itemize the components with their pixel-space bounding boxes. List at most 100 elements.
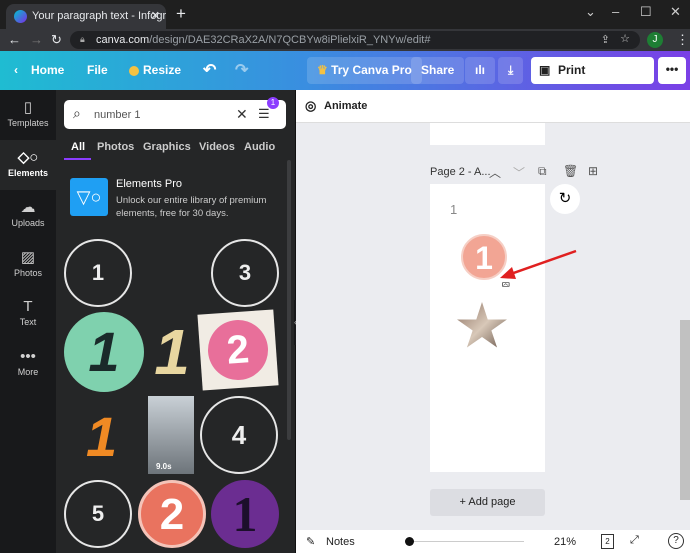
browser-tab[interactable]: Your paragraph text - Infographics✕ <box>6 4 166 29</box>
animate-button[interactable]: ◎ Animate <box>296 90 690 123</box>
page-text[interactable]: 1 <box>450 202 457 217</box>
result-purple-1[interactable]: 1 <box>211 480 279 548</box>
new-tab-button[interactable]: + <box>176 4 186 24</box>
page-2[interactable]: 1 1 <box>430 184 545 472</box>
back-icon[interactable]: ← <box>8 32 21 47</box>
bookmark-star-icon[interactable]: ☆ <box>620 32 630 45</box>
magic-comment-icon[interactable]: ↻ <box>550 184 580 214</box>
zoom-slider-thumb[interactable] <box>405 537 414 546</box>
tab-photos[interactable]: Photos <box>97 141 134 153</box>
rail-templates[interactable]: ▯ Templates <box>0 90 56 140</box>
zoom-level[interactable]: 21% <box>554 536 576 548</box>
filter-icon[interactable]: ☰ <box>258 106 270 122</box>
active-tab-indicator <box>64 158 91 160</box>
result-green-1[interactable]: 1 <box>64 312 144 392</box>
insights-chart-icon[interactable]: ılı <box>465 57 496 84</box>
rail-text[interactable]: T Text <box>0 290 56 340</box>
rail-uploads[interactable]: ☁ Uploads <box>0 190 56 240</box>
undo-icon[interactable]: ↶ <box>203 51 216 90</box>
notes-button[interactable]: Notes <box>326 536 355 548</box>
url-input[interactable]: canva.com/design/DAE32CRaX2A/N7QCBYw8iPl… <box>70 31 640 49</box>
minimize-button[interactable]: – <box>612 4 619 19</box>
maximize-button[interactable]: ☐ <box>640 4 652 20</box>
side-rail: ▯ Templates ◇○ Elements ☁ Uploads ▨ Photos T… <box>0 90 56 553</box>
vertical-scrollbar[interactable] <box>680 320 690 500</box>
page-count-button[interactable]: 2 <box>601 534 614 549</box>
notes-icon: ✎ <box>306 536 316 548</box>
star-photo-frame[interactable] <box>457 302 507 348</box>
page-1-bottom[interactable] <box>430 123 545 145</box>
browser-menu-icon[interactable]: ⋮ <box>676 32 689 48</box>
chevron-left-icon: ‹ <box>14 63 18 77</box>
rail-label: Photos <box>13 268 43 278</box>
resize-crown-icon <box>129 66 139 76</box>
try-canva-pro-button[interactable]: ♛ Try Canva Pro <box>307 57 422 84</box>
tab-graphics[interactable]: Graphics <box>143 141 191 153</box>
result-circle-5[interactable]: 5 <box>64 480 132 548</box>
canva-favicon-icon <box>14 10 27 23</box>
result-pink-2: 2 <box>205 317 271 383</box>
result-circle-4[interactable]: 4 <box>200 396 278 474</box>
rail-label: Text <box>19 317 37 327</box>
panel-scrollbar[interactable] <box>287 160 291 440</box>
add-page-icon[interactable]: ⊞ <box>588 164 598 178</box>
rail-label: Uploads <box>11 218 45 228</box>
reload-icon[interactable]: ↻ <box>51 32 62 48</box>
upload-cloud-icon: ☁ <box>20 199 36 216</box>
rail-more[interactable]: ••• More <box>0 340 56 390</box>
page-up-icon[interactable]: ︿ <box>489 164 501 181</box>
share-page-icon[interactable]: ⇪ <box>601 33 610 46</box>
search-icon: ⌕ <box>73 105 81 121</box>
tab-title: Your paragraph text - Infographics <box>32 10 166 22</box>
result-pink-2-card[interactable]: 2 <box>197 309 279 391</box>
result-snow-video[interactable]: 9.0s <box>148 396 194 474</box>
animate-icon: ◎ <box>305 98 317 113</box>
tab-all[interactable]: All <box>71 141 85 153</box>
rail-label: Templates <box>7 118 49 128</box>
home-button[interactable]: Home <box>31 51 64 90</box>
close-tab-icon[interactable]: ✕ <box>151 9 160 22</box>
tab-videos[interactable]: Videos <box>199 141 235 153</box>
search-input[interactable]: ⌕ number 1 ✕ ☰ 1 <box>64 97 286 129</box>
result-red-2[interactable]: 2 <box>138 480 206 548</box>
templates-icon: ▯ <box>23 99 33 116</box>
fullscreen-icon[interactable]: ⤢ <box>630 534 639 547</box>
forward-icon[interactable]: → <box>30 32 43 47</box>
result-orange-1[interactable]: 1 <box>86 402 117 472</box>
crown-icon: ♛ <box>317 63 332 77</box>
more-options-button[interactable]: ••• <box>658 57 686 84</box>
video-duration: 9.0s <box>156 462 172 471</box>
print-infographics-button[interactable]: ▣Print Infographics <box>531 57 654 104</box>
profile-avatar[interactable]: J <box>647 32 663 48</box>
clear-search-icon[interactable]: ✕ <box>236 106 248 123</box>
page-label[interactable]: Page 2 - A... <box>430 166 491 178</box>
canva-toolbar: ‹ Home File Resize ↶ ↷ ♛ Try Canva Pro S… <box>0 51 690 104</box>
result-circle-3[interactable]: 3 <box>211 239 279 307</box>
share-button[interactable]: Share <box>411 57 465 84</box>
delete-page-icon[interactable]: 🗑︎ <box>563 164 578 178</box>
rail-label: More <box>17 367 39 377</box>
tab-audio[interactable]: Audio <box>244 141 275 153</box>
lock-icon: 🔒︎ <box>80 34 85 44</box>
help-icon[interactable]: ? <box>668 533 684 549</box>
result-gold-1[interactable]: 1 <box>152 312 192 392</box>
promo-desc: Unlock our entire library of premium ele… <box>116 195 267 219</box>
search-value: number 1 <box>94 109 141 121</box>
print-icon: ▣ <box>539 63 551 77</box>
resize-button[interactable]: Resize <box>143 51 181 90</box>
rail-elements[interactable]: ◇○ Elements <box>0 140 56 190</box>
file-menu-button[interactable]: File <box>87 51 108 90</box>
browser-tab-bar: Your paragraph text - Infographics✕ + ⌄ … <box>0 0 690 29</box>
redo-icon[interactable]: ↷ <box>235 51 248 90</box>
promo-title: Elements Pro <box>116 178 183 190</box>
result-circle-1[interactable]: 1 <box>64 239 132 307</box>
tab-search-icon[interactable]: ⌄ <box>585 4 596 20</box>
close-window-button[interactable]: ✕ <box>670 4 681 20</box>
download-icon[interactable]: ⤓ <box>498 57 524 84</box>
duplicate-page-icon[interactable]: ⧉ <box>538 164 547 179</box>
zoom-slider[interactable] <box>409 541 524 542</box>
filter-count-badge: 1 <box>267 97 279 109</box>
add-page-button[interactable]: + Add page <box>430 489 545 516</box>
rail-photos[interactable]: ▨ Photos <box>0 240 56 290</box>
page-down-icon[interactable]: ﹀ <box>513 164 525 181</box>
